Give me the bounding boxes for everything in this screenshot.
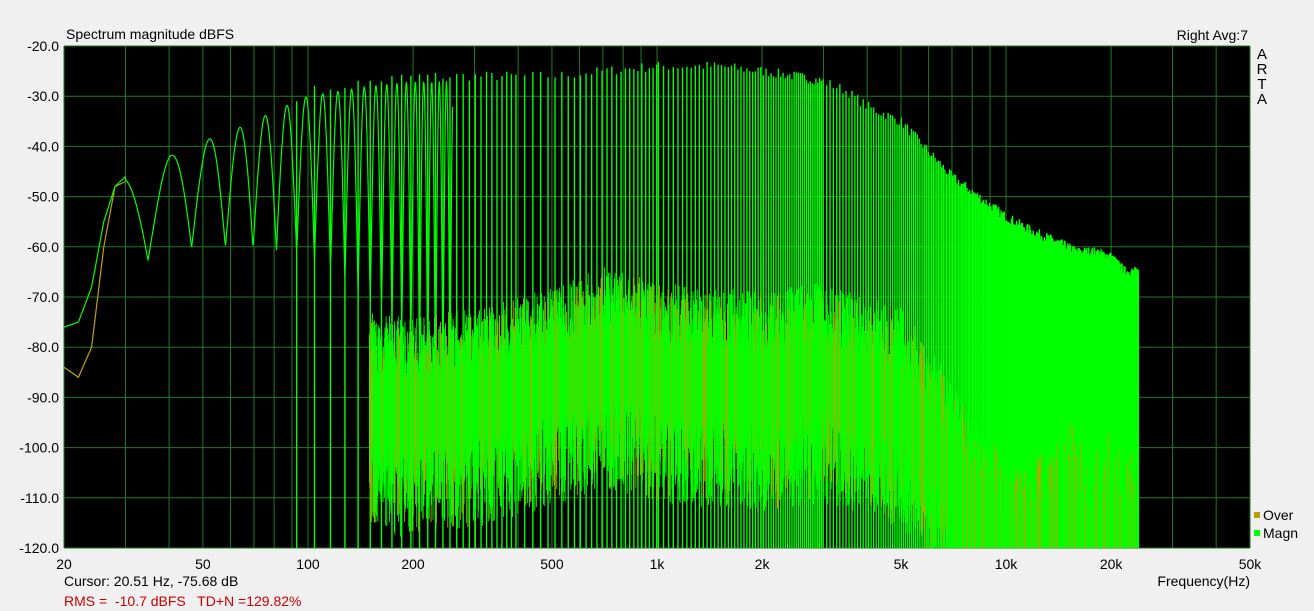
y-tick-label: -90.0 (27, 389, 59, 405)
y-tick-label: -50.0 (27, 189, 59, 205)
logo-letter: A (1256, 46, 1267, 63)
x-tick-label: 10k (995, 556, 1019, 572)
logo-letter: T (1257, 76, 1267, 93)
x-tick-label: 20 (56, 556, 72, 572)
y-tick-label: -30.0 (27, 88, 59, 104)
x-axis-title: Frequency(Hz) (1157, 573, 1250, 589)
spectrum-chart: -20.0 -30.0 -40.0 -50.0 -60.0 -70.0 -80.0 -90.0… (19, 26, 1262, 589)
legend-label: Over (1263, 507, 1294, 523)
chart-title: Spectrum magnitude dBFS (66, 26, 234, 42)
y-axis: -20.0 -30.0 -40.0 -50.0 -60.0 -70.0 -80.0 -90.0… (19, 38, 59, 556)
y-tick-label: -110.0 (20, 490, 59, 506)
y-tick-label: -40.0 (27, 138, 59, 154)
channel-info: Right Avg:7 (1177, 27, 1249, 43)
rms-thd-readout: RMS = -10.7 dBFS TD+N =129.82% (64, 593, 302, 609)
legend-item-magn: Magn (1254, 525, 1298, 541)
x-tick-label: 20k (1100, 556, 1124, 572)
x-tick-label: 5k (894, 556, 910, 572)
legend-label: Magn (1263, 525, 1299, 541)
logo-letter: R (1256, 61, 1268, 78)
x-tick-label: 50k (1239, 556, 1263, 572)
x-axis: 20 50 100 200 500 1k 2k 5k 10k 20k 50k (56, 556, 1262, 572)
y-tick-label: -100.0 (19, 440, 59, 456)
cursor-readout: Cursor: 20.51 Hz, -75.68 dB (64, 573, 239, 589)
legend-item-over: Over (1254, 507, 1293, 523)
y-tick-label: -70.0 (27, 289, 59, 305)
x-tick-label: 2k (755, 556, 771, 572)
legend-swatch (1254, 512, 1260, 518)
y-tick-label: -120.0 (19, 540, 59, 556)
logo-letter: A (1256, 91, 1267, 108)
y-tick-label: -60.0 (27, 239, 59, 255)
arta-logo: A R T A (1256, 47, 1268, 107)
x-tick-label: 50 (195, 556, 211, 572)
x-tick-label: 200 (401, 556, 425, 572)
x-tick-label: 1k (650, 556, 666, 572)
x-tick-label: 100 (296, 556, 320, 572)
legend-swatch (1254, 530, 1260, 536)
x-tick-label: 500 (540, 556, 564, 572)
y-tick-label: -80.0 (27, 339, 59, 355)
y-tick-label: -20.0 (27, 38, 59, 54)
